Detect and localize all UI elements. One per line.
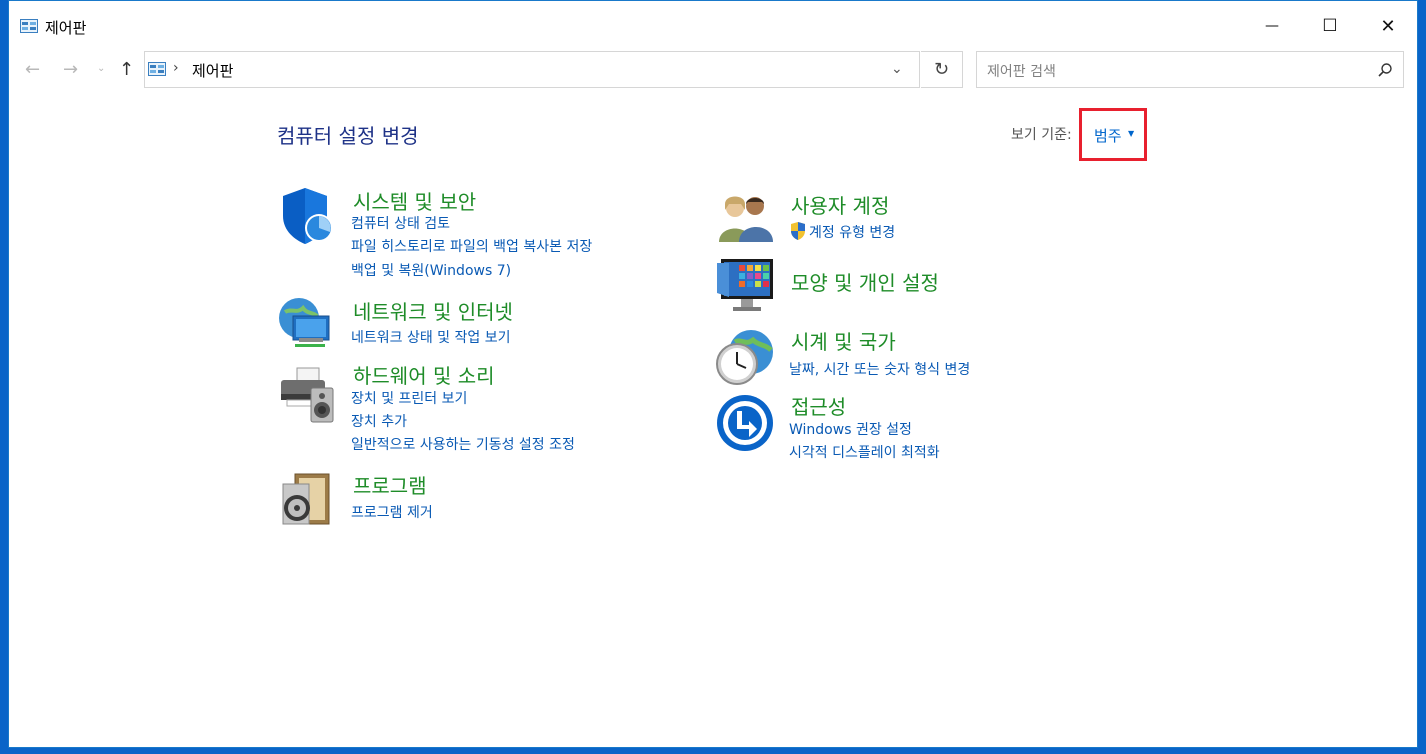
category-title-clock-region[interactable]: 시계 및 국가 xyxy=(791,326,896,355)
address-bar[interactable]: › 제어판 ⌄ xyxy=(144,51,920,88)
back-arrow-icon[interactable]: ← xyxy=(25,59,40,80)
up-arrow-icon[interactable]: ↑ xyxy=(119,59,134,80)
maximize-icon: ☐ xyxy=(1322,16,1338,36)
control-panel-icon xyxy=(20,19,38,33)
refresh-icon: ↻ xyxy=(933,59,950,80)
maximize-button[interactable]: ☐ xyxy=(1301,1,1359,51)
control-panel-window: 제어판 — ☐ ✕ ← → ⌄ ↑ › 제어판 ⌄ ↻ 제어판 검색 컴퓨터 설… xyxy=(8,0,1418,748)
view-by-label: 보기 기준: xyxy=(1011,127,1072,143)
link-optimize-visual-display[interactable]: 시각적 디스플레이 최적화 xyxy=(789,442,940,462)
window-title: 제어판 xyxy=(45,19,87,37)
network-globe-icon[interactable] xyxy=(277,296,337,356)
link-devices-printers[interactable]: 장치 및 프린터 보기 xyxy=(351,388,467,408)
category-title-programs[interactable]: 프로그램 xyxy=(353,470,427,499)
close-icon: ✕ xyxy=(1380,15,1396,37)
link-add-device[interactable]: 장치 추가 xyxy=(351,411,407,431)
category-title-ease-of-access[interactable]: 접근성 xyxy=(791,391,846,420)
control-panel-icon xyxy=(148,62,166,76)
link-network-status-tasks[interactable]: 네트워크 상태 및 작업 보기 xyxy=(351,327,510,347)
refresh-button[interactable]: ↻ xyxy=(921,51,963,88)
close-button[interactable]: ✕ xyxy=(1359,1,1417,51)
search-placeholder: 제어판 검색 xyxy=(987,64,1056,80)
page-title: 컴퓨터 설정 변경 xyxy=(277,124,419,148)
category-title-hardware-sound[interactable]: 하드웨어 및 소리 xyxy=(353,360,495,389)
link-uninstall-program[interactable]: 프로그램 제거 xyxy=(351,502,433,522)
forward-arrow-icon[interactable]: → xyxy=(63,59,78,80)
programs-disc-icon[interactable] xyxy=(277,470,337,530)
uac-shield-icon xyxy=(791,222,805,240)
view-by-dropdown[interactable]: 범주 ▼ xyxy=(1079,108,1147,161)
shield-icon[interactable] xyxy=(277,186,337,246)
breadcrumb-control-panel[interactable]: 제어판 xyxy=(192,60,233,81)
link-file-history-backup[interactable]: 파일 히스토리로 파일의 백업 복사본 저장 xyxy=(351,236,592,256)
category-title-user-accounts[interactable]: 사용자 계정 xyxy=(791,190,889,219)
recent-locations-chevron-icon[interactable]: ⌄ xyxy=(97,63,105,74)
clock-globe-icon[interactable] xyxy=(715,326,777,388)
address-dropdown-chevron-icon[interactable]: ⌄ xyxy=(891,61,903,77)
category-title-appearance[interactable]: 모양 및 개인 설정 xyxy=(791,267,939,296)
minimize-button[interactable]: — xyxy=(1243,1,1301,51)
link-backup-restore[interactable]: 백업 및 복원(Windows 7) xyxy=(351,260,511,280)
view-by-value[interactable]: 범주 xyxy=(1094,125,1122,146)
search-input[interactable]: 제어판 검색 xyxy=(976,51,1404,88)
minimize-icon: — xyxy=(1265,18,1279,34)
link-review-computer-status[interactable]: 컴퓨터 상태 검토 xyxy=(351,213,450,233)
link-windows-recommended-settings[interactable]: Windows 권장 설정 xyxy=(789,419,912,439)
printer-speaker-icon[interactable] xyxy=(277,360,337,426)
caret-down-icon[interactable]: ▼ xyxy=(1128,129,1134,138)
category-title-system-security[interactable]: 시스템 및 보안 xyxy=(353,186,476,215)
accessibility-icon[interactable] xyxy=(715,391,775,451)
link-change-account-type[interactable]: 계정 유형 변경 xyxy=(809,222,895,242)
breadcrumb-separator-icon[interactable]: › xyxy=(173,60,179,76)
category-title-network-internet[interactable]: 네트워크 및 인터넷 xyxy=(353,296,513,325)
link-date-time-format[interactable]: 날짜, 시간 또는 숫자 형식 변경 xyxy=(789,359,970,379)
link-mobility-settings[interactable]: 일반적으로 사용하는 기동성 설정 조정 xyxy=(351,434,575,454)
users-icon[interactable] xyxy=(715,190,777,246)
appearance-monitor-icon[interactable] xyxy=(715,257,777,317)
search-icon[interactable] xyxy=(1377,62,1393,78)
title-bar: 제어판 — ☐ ✕ xyxy=(9,1,1417,51)
